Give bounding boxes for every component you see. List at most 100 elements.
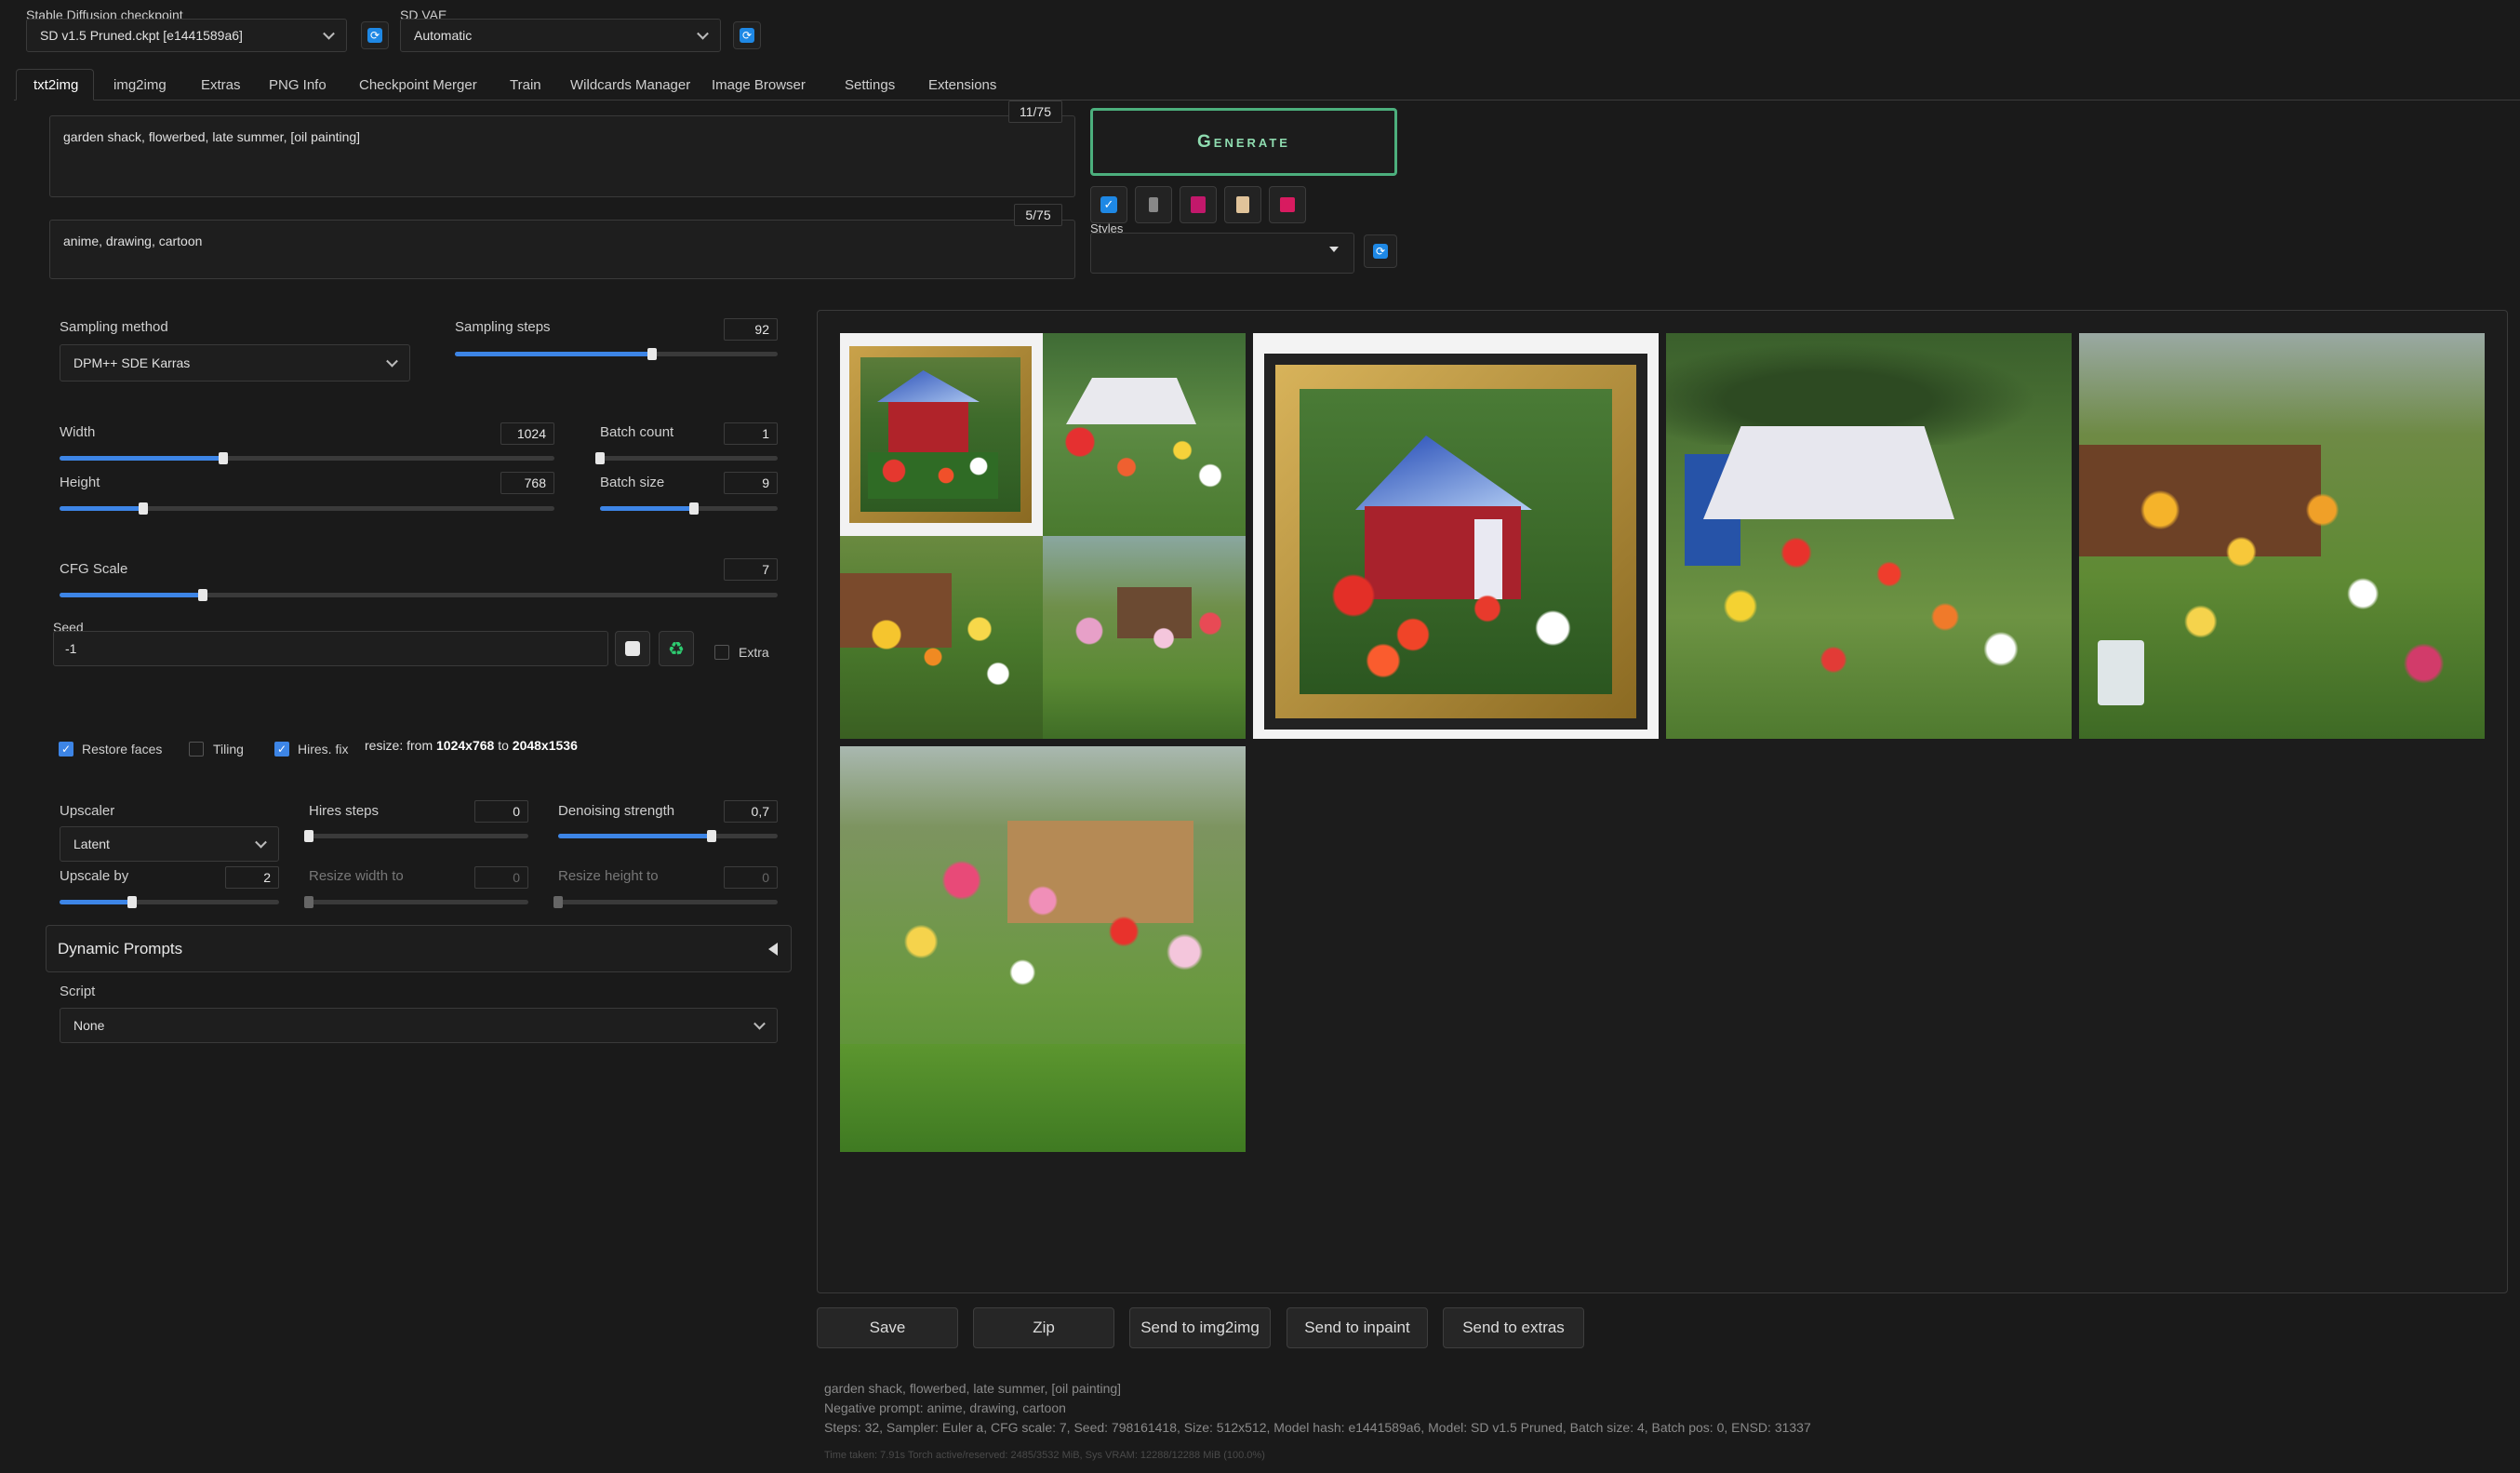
extra-networks-button[interactable] (1180, 186, 1217, 223)
denoising-strength-slider[interactable] (558, 830, 778, 842)
refresh-icon: ⟳ (1373, 244, 1388, 259)
batch-count-slider[interactable] (595, 452, 778, 464)
recycle-icon: ♻ (668, 638, 685, 660)
zip-button[interactable]: Zip (973, 1307, 1114, 1348)
slider-handle[interactable] (707, 830, 717, 842)
tab-settings[interactable]: Settings (828, 69, 906, 100)
restore-faces-checkbox[interactable]: ✓ (59, 742, 73, 757)
upscale-by-input[interactable]: 2 (225, 866, 279, 889)
styles-refresh-button[interactable]: ⟳ (1364, 234, 1397, 268)
styles-select[interactable] (1090, 233, 1354, 274)
width-input[interactable]: 1024 (500, 422, 554, 445)
sampling-method-select[interactable]: DPM++ SDE Karras (60, 344, 410, 382)
resize-height-input[interactable]: 0 (724, 866, 778, 889)
send-to-inpaint-button[interactable]: Send to inpaint (1287, 1307, 1428, 1348)
sampling-steps-slider[interactable] (455, 348, 778, 360)
tab-txt2img[interactable]: txt2img (16, 69, 94, 100)
cfg-scale-slider[interactable] (60, 589, 778, 601)
trash-button[interactable] (1135, 186, 1172, 223)
resize-height-slider[interactable] (553, 896, 778, 908)
gallery-image-garden-path[interactable] (840, 746, 1246, 1152)
slider-handle[interactable] (304, 830, 313, 842)
denoising-strength-input[interactable]: 0,7 (724, 800, 778, 823)
prompt-input[interactable]: garden shack, flowerbed, late summer, [o… (49, 115, 1075, 197)
slider-handle[interactable] (595, 452, 605, 464)
check-icon: ✓ (276, 743, 287, 756)
hires-fix-checkbox[interactable]: ✓ (274, 742, 289, 757)
width-slider[interactable] (60, 452, 554, 464)
tile-garden-path (1043, 536, 1246, 739)
save-button[interactable]: Save (817, 1307, 958, 1348)
tile-white-roof-shack (1043, 333, 1246, 536)
checkpoint-select[interactable]: SD v1.5 Pruned.ckpt [e1441589a6] (26, 19, 347, 52)
slider-handle[interactable] (139, 502, 149, 515)
tab-extensions[interactable]: Extensions (912, 69, 1003, 100)
checkpoint-refresh-button[interactable]: ⟳ (361, 21, 389, 49)
resize-height-label: Resize height to (558, 868, 659, 884)
hires-steps-label: Hires steps (309, 803, 380, 819)
slider-handle[interactable] (127, 896, 137, 908)
tab-extras[interactable]: Extras (184, 69, 246, 100)
prompt-token-counter: 11/75 (1008, 100, 1062, 123)
slider-handle[interactable] (198, 589, 208, 601)
resize-width-slider[interactable] (304, 896, 528, 908)
tiling-checkbox[interactable] (189, 742, 204, 757)
tab-png-info[interactable]: PNG Info (252, 69, 336, 100)
random-seed-button[interactable] (615, 631, 650, 666)
cfg-scale-input[interactable]: 7 (724, 558, 778, 581)
chevron-down-icon (753, 1017, 766, 1030)
negative-prompt-input[interactable]: anime, drawing, cartoon (49, 220, 1075, 279)
upscale-by-slider[interactable] (60, 896, 279, 908)
sampling-steps-input[interactable]: 92 (724, 318, 778, 341)
resize-width-label: Resize width to (309, 868, 404, 884)
generate-button[interactable]: Generate (1090, 108, 1397, 176)
height-slider[interactable] (60, 502, 554, 515)
batch-size-input[interactable]: 9 (724, 472, 778, 494)
slider-handle[interactable] (689, 502, 700, 515)
slider-handle[interactable] (647, 348, 657, 360)
check-icon: ✓ (60, 743, 72, 756)
batch-count-input[interactable]: 1 (724, 422, 778, 445)
reuse-seed-button[interactable]: ♻ (659, 631, 694, 666)
checkpoint-value: SD v1.5 Pruned.ckpt [e1441589a6] (40, 28, 243, 43)
height-label: Height (60, 475, 100, 490)
hires-steps-slider[interactable] (304, 830, 528, 842)
send-to-extras-button[interactable]: Send to extras (1443, 1307, 1584, 1348)
dynamic-prompts-label: Dynamic Prompts (58, 939, 183, 957)
watering-can (2098, 640, 2144, 705)
refresh-icon: ⟳ (367, 28, 382, 43)
paste-button[interactable] (1224, 186, 1261, 223)
slider-handle[interactable] (218, 452, 228, 464)
tab-wildcards-manager[interactable]: Wildcards Manager (553, 69, 690, 100)
vae-select[interactable]: Automatic (400, 19, 721, 52)
save-style-button[interactable] (1269, 186, 1306, 223)
script-value: None (73, 1018, 105, 1033)
gallery-thumbnail-grid[interactable] (840, 333, 1246, 739)
tab-img2img[interactable]: img2img (97, 69, 179, 100)
gallery-image-framed-shack[interactable] (1253, 333, 1659, 739)
batch-size-slider[interactable] (600, 502, 778, 515)
tab-image-browser[interactable]: Image Browser (695, 69, 821, 100)
vae-refresh-button[interactable]: ⟳ (733, 21, 761, 49)
dynamic-prompts-accordion[interactable]: Dynamic Prompts (46, 925, 792, 972)
tile-framed-painting (840, 333, 1043, 536)
gallery-image-white-roof-shack[interactable] (1666, 333, 2072, 739)
tab-train[interactable]: Train (493, 69, 549, 100)
extra-seed-checkbox[interactable] (714, 645, 729, 660)
resize-width-input[interactable]: 0 (474, 866, 528, 889)
chevron-down-icon (323, 27, 335, 40)
tiling-label: Tiling (213, 742, 244, 757)
cfg-scale-label: CFG Scale (60, 561, 128, 577)
floppy-disk-icon (1280, 197, 1295, 212)
tab-checkpoint-merger[interactable]: Checkpoint Merger (342, 69, 487, 100)
upscaler-select[interactable]: Latent (60, 826, 279, 862)
dice-icon (625, 641, 640, 656)
gallery-image-yellow-flowers[interactable] (2079, 333, 2485, 739)
script-select[interactable]: None (60, 1008, 778, 1043)
seed-input[interactable]: -1 (53, 631, 608, 666)
interrupt-button[interactable]: ✓ (1090, 186, 1127, 223)
send-to-img2img-button[interactable]: Send to img2img (1129, 1307, 1271, 1348)
negative-prompt-text: anime, drawing, cartoon (63, 234, 203, 248)
height-input[interactable]: 768 (500, 472, 554, 494)
hires-steps-input[interactable]: 0 (474, 800, 528, 823)
